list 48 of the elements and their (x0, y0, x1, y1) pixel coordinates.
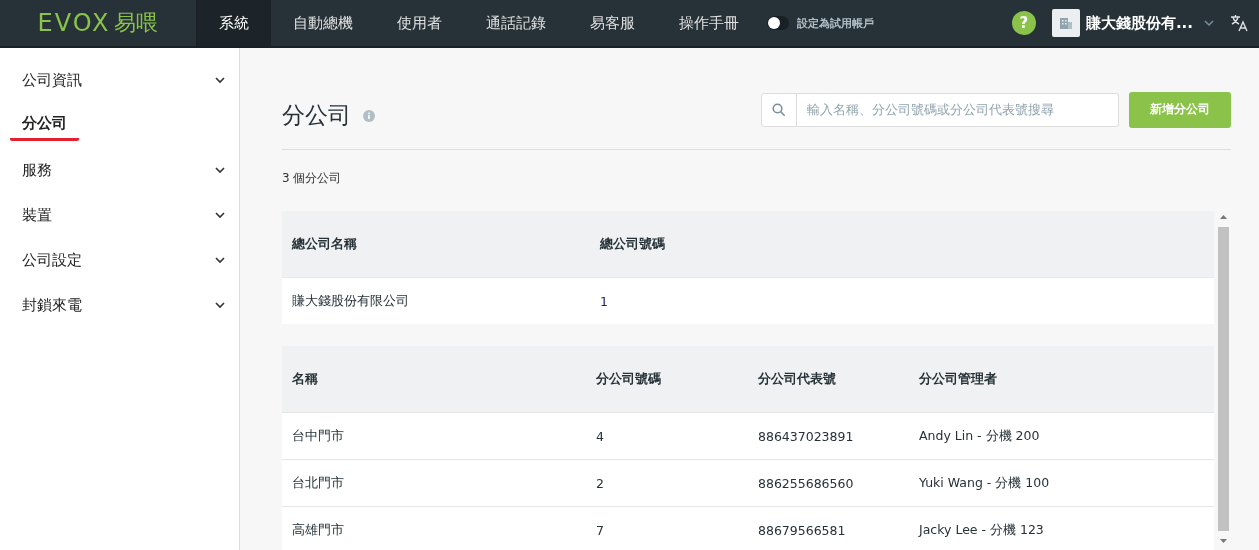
column-header: 分公司管理者 (909, 346, 1109, 413)
table-cell[interactable]: Jacky Lee - 分機 123 (909, 506, 1109, 550)
nav-tab[interactable]: 通話記錄 (464, 0, 568, 46)
table-cell[interactable]: 886255686560 (748, 459, 909, 507)
nav-tab[interactable]: 操作手冊 (657, 0, 761, 46)
nav-tab[interactable]: 自動總機 (271, 0, 375, 46)
chevron-down-icon (1203, 19, 1215, 27)
branch-count: 3 個分公司 (282, 170, 343, 187)
nav-tab[interactable]: 易客服 (568, 0, 657, 46)
table-cell: 1 (590, 277, 1096, 324)
table-cell[interactable]: 7 (586, 506, 748, 550)
table-cell[interactable]: 高雄門市 (282, 506, 586, 550)
search-icon[interactable] (761, 92, 797, 127)
sidebar-item[interactable]: 裝置 (22, 202, 52, 229)
table-cell[interactable]: 88679566581 (748, 506, 909, 550)
column-header: 名稱 (282, 346, 586, 413)
chevron-down-icon (215, 77, 225, 84)
column-header: 總公司號碼 (590, 211, 1096, 278)
chevron-down-icon (215, 302, 225, 309)
table-cell[interactable]: Yuki Wang - 分機 100 (909, 459, 1109, 507)
page-title: 分公司 (282, 101, 351, 130)
table-cell: 賺大錢股份有限公司 (282, 277, 590, 324)
table-cell[interactable]: 886437023891 (748, 412, 909, 460)
sidebar-item[interactable]: 分公司 (10, 110, 79, 141)
sidebar-item[interactable]: 公司設定 (22, 247, 82, 274)
table-cell[interactable]: 2 (586, 459, 748, 507)
company-selector[interactable]: 賺大錢股份有... (1051, 9, 1215, 37)
table-cell[interactable]: Andy Lin - 分機 200 (909, 412, 1109, 460)
nav-tab[interactable]: 系統 (197, 0, 271, 46)
toggle-label: 設定為試用帳戶 (797, 15, 874, 31)
chevron-down-icon (215, 212, 225, 219)
column-header: 分公司號碼 (586, 346, 748, 413)
column-header: 總公司名稱 (282, 211, 590, 278)
search-field[interactable]: 輸入名稱、分公司號碼或分公司代表號搜尋 (797, 92, 1119, 127)
sidebar-item[interactable]: 服務 (22, 157, 52, 184)
chevron-down-icon (215, 257, 225, 264)
table-cell[interactable]: 台中門市 (282, 412, 586, 460)
table-cell[interactable]: 4 (586, 412, 748, 460)
sidebar-item[interactable]: 封鎖來電 (22, 292, 82, 319)
sidebar-item[interactable]: 公司資訊 (22, 67, 82, 94)
table-cell[interactable]: 台北門市 (282, 459, 586, 507)
column-header: 分公司代表號 (748, 346, 909, 413)
nav-tab[interactable]: 使用者 (375, 0, 464, 46)
chevron-down-icon (215, 167, 225, 174)
building-icon (1051, 9, 1080, 37)
info-icon (363, 109, 375, 122)
translate-icon[interactable] (1229, 13, 1249, 33)
toggle-switch[interactable] (767, 16, 789, 30)
